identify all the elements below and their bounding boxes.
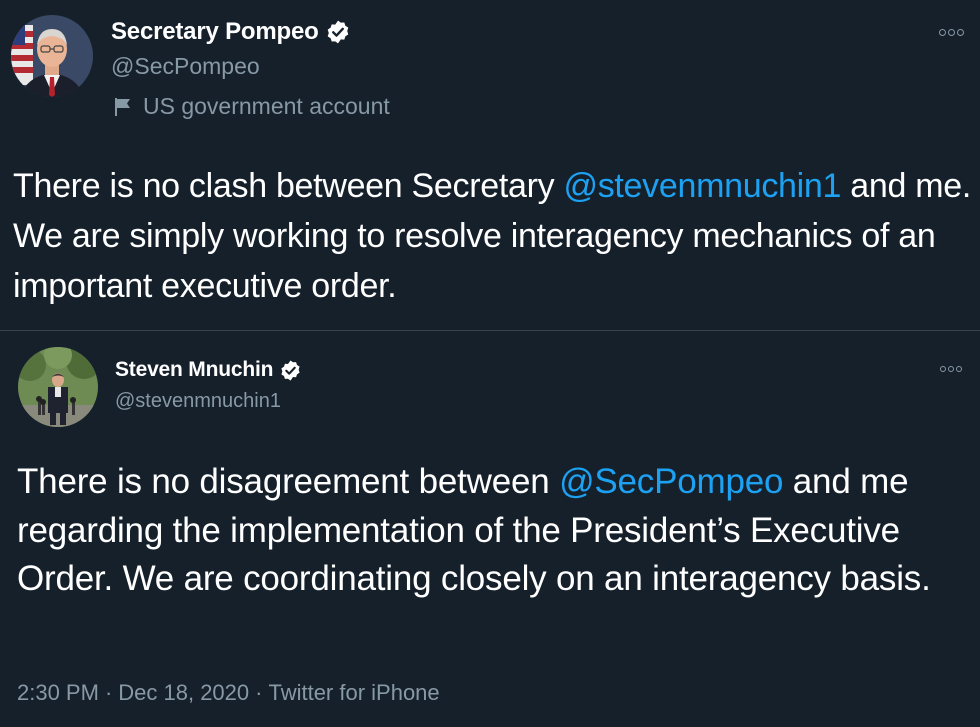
verified-badge-icon bbox=[281, 359, 300, 381]
meta-separator: · bbox=[104, 680, 113, 705]
avatar-mnuchin-image bbox=[18, 347, 98, 427]
author-row: Secretary Pompeo bbox=[111, 18, 351, 46]
avatar-pompeo-image bbox=[11, 15, 93, 97]
verified-badge-icon bbox=[327, 20, 348, 44]
author-name[interactable]: Secretary Pompeo bbox=[111, 18, 319, 46]
avatar-pompeo[interactable] bbox=[11, 15, 93, 97]
author-handle[interactable]: @stevenmnuchin1 bbox=[115, 390, 281, 413]
more-options-icon[interactable] bbox=[939, 29, 964, 36]
mention-link[interactable]: @stevenmnuchin1 bbox=[563, 167, 841, 205]
tweet-text: There is no clash between Secretary @ste… bbox=[13, 161, 973, 311]
flag-icon bbox=[115, 97, 130, 116]
author-row: Steven Mnuchin bbox=[115, 358, 302, 382]
divider bbox=[0, 330, 980, 331]
meta-separator: · bbox=[255, 680, 263, 705]
government-account-label[interactable]: US government account bbox=[111, 93, 390, 120]
author-handle[interactable]: @SecPompeo bbox=[111, 53, 260, 80]
tweet-text: There is no disagreement between @SecPom… bbox=[17, 458, 972, 604]
tweet-text-part: There is no clash between Secretary bbox=[13, 167, 564, 205]
avatar-mnuchin[interactable] bbox=[18, 347, 98, 427]
mention-link[interactable]: @SecPompeo bbox=[559, 462, 783, 501]
tweet-metadata: 2:30 PM · Dec 18, 2020 · Twitter for iPhone bbox=[17, 680, 440, 706]
more-options-icon[interactable] bbox=[940, 366, 962, 372]
tweet-text-part: There is no disagreement between bbox=[17, 462, 560, 501]
tweet-source[interactable]: Twitter for iPhone bbox=[268, 680, 439, 705]
author-name[interactable]: Steven Mnuchin bbox=[115, 358, 273, 382]
tweet-date[interactable]: Dec 18, 2020 bbox=[118, 680, 249, 705]
government-account-text: US government account bbox=[143, 93, 390, 119]
tweet-time[interactable]: 2:30 PM bbox=[17, 680, 99, 705]
tweet-pompeo[interactable]: Secretary Pompeo @SecPompeo US governmen… bbox=[0, 0, 980, 330]
